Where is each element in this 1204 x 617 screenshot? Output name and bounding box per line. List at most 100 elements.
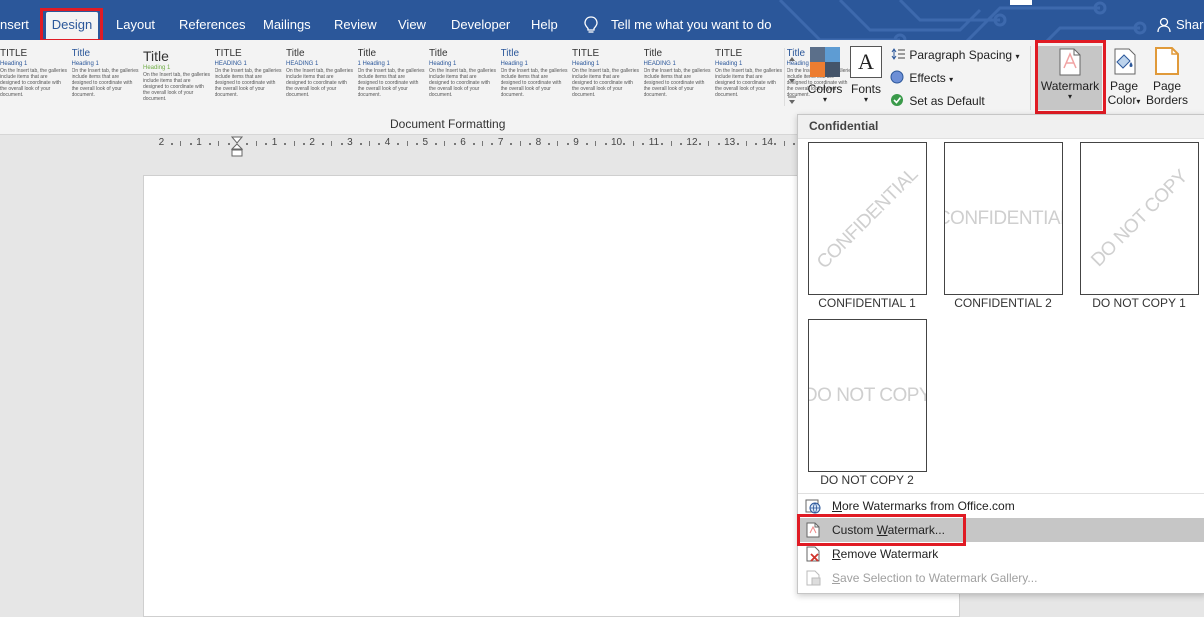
ruler-tick bbox=[444, 141, 446, 146]
style-set-heading: 1 Heading 1 bbox=[357, 61, 390, 67]
tab-references[interactable]: References bbox=[179, 12, 245, 38]
ruler-tick bbox=[265, 143, 268, 145]
menu-item-label-rest: emove Watermark bbox=[840, 547, 939, 561]
lightbulb-icon bbox=[584, 16, 598, 33]
watermark-button[interactable]: Watermark ▾ bbox=[1038, 46, 1102, 110]
page-color-button[interactable]: Page Color▾ bbox=[1104, 46, 1144, 116]
indent-marker-icon[interactable] bbox=[231, 136, 243, 158]
document-icon bbox=[806, 522, 820, 538]
colors-label: Colors bbox=[807, 82, 843, 96]
style-set-heading: Heading 1 bbox=[715, 61, 743, 67]
menu-item-label: More Watermarks from Office.com bbox=[832, 494, 1015, 518]
tab-view[interactable]: View bbox=[398, 12, 426, 38]
watermark-icon bbox=[1059, 48, 1081, 76]
style-set-heading: Heading 1 bbox=[572, 61, 600, 67]
ruler-tick bbox=[378, 143, 381, 145]
ruler-tick bbox=[340, 143, 343, 145]
ruler-tick bbox=[642, 143, 645, 145]
style-set-item[interactable]: TitleHeading 1On the Insert tab, the gal… bbox=[72, 48, 140, 104]
style-set-item[interactable]: TITLE Heading 1 On the Insert tab, the gal… bbox=[715, 48, 783, 104]
style-set-item[interactable]: TITLE Heading 1 On the Insert tab, the gal… bbox=[0, 48, 68, 104]
ruler-number: 3 bbox=[347, 137, 353, 148]
ruler-number: 9 bbox=[573, 137, 579, 148]
style-set-title: TITLE bbox=[214, 48, 242, 59]
menu-item-accel: S bbox=[832, 571, 841, 585]
ruler-tick bbox=[510, 143, 513, 145]
style-set-item[interactable]: TITLE HEADING 1 On the Insert tab, the gal… bbox=[215, 48, 283, 104]
ruler-number: 2 bbox=[309, 137, 315, 148]
style-set-body-text: On the Insert tab, the galleries include… bbox=[0, 68, 67, 98]
style-set-heading: Heading 1 bbox=[71, 61, 99, 67]
style-set-body-text: On the Insert tab, the galleries include… bbox=[500, 68, 568, 98]
watermark-thumb-label: DO NOT COPY 2 bbox=[820, 473, 914, 487]
page-borders-button[interactable]: Page Borders bbox=[1146, 46, 1188, 116]
ribbon-divider bbox=[1030, 46, 1031, 110]
color-swatch-icon bbox=[810, 47, 840, 77]
remove-watermark-menu-item[interactable]: Remove Watermark bbox=[799, 542, 1204, 566]
style-set-item[interactable]: TITLE Heading 1 On the Insert tab, the gal… bbox=[572, 48, 640, 104]
style-set-title: TITLE bbox=[572, 48, 600, 59]
ruler-tick bbox=[491, 143, 494, 145]
style-set-title: Title bbox=[429, 48, 448, 59]
ruler-number: 4 bbox=[384, 137, 391, 148]
ruler-tick bbox=[472, 143, 475, 145]
style-set-heading: HEADING 1 bbox=[214, 61, 247, 67]
ruler-number: 2 bbox=[158, 137, 165, 148]
ruler-number: 5 bbox=[422, 137, 429, 148]
paragraph-spacing-button[interactable]: Paragraph Spacing ▾ bbox=[890, 45, 1019, 65]
style-set-body-text: On the Insert tab, the galleries include… bbox=[286, 68, 353, 98]
ruler-tick bbox=[698, 143, 701, 145]
style-set-item[interactable]: Title HEADING 1 On the Insert tab, the gal… bbox=[644, 48, 712, 104]
ruler-tick bbox=[793, 143, 796, 145]
custom-watermark-menu-item[interactable]: Custom Watermark... bbox=[799, 518, 1204, 542]
save-selection-menu-item[interactable]: Save Selection to Watermark Gallery... bbox=[799, 566, 1204, 590]
style-set-item[interactable]: Title Heading 1On the Insert tab, the gal… bbox=[429, 48, 497, 104]
fonts-button[interactable]: A Fonts ▾ bbox=[848, 46, 884, 116]
tab-developer[interactable]: Developer bbox=[451, 12, 510, 38]
watermark-thumb-confidential-2[interactable]: CONFIDENTIAL bbox=[944, 142, 1063, 295]
paint-bucket-icon bbox=[1114, 48, 1136, 75]
effects-button[interactable]: Effects ▾ bbox=[890, 68, 953, 88]
tab-review[interactable]: Review bbox=[334, 12, 377, 38]
style-set-item[interactable]: TitleHeading 1On the Insert tab, the gal… bbox=[501, 48, 569, 104]
ruler-tick bbox=[482, 141, 484, 146]
ruler-tick bbox=[416, 143, 419, 145]
tell-me-search[interactable]: Tell me what you want to do bbox=[611, 12, 771, 38]
page-color-label-1: Page bbox=[1109, 79, 1139, 93]
watermark-thumb-text: DO NOT COPY bbox=[1086, 165, 1192, 271]
style-set-heading: Heading 1 bbox=[429, 61, 457, 67]
style-set-body-text: On the Insert tab, the galleries include… bbox=[572, 68, 639, 98]
globe-icon bbox=[805, 499, 821, 514]
style-set-item[interactable]: TitleHeading 1On the Insert tab, the gal… bbox=[143, 48, 211, 104]
watermark-thumb-do-not-copy-1[interactable]: DO NOT COPY bbox=[1080, 142, 1199, 295]
colors-button[interactable]: Colors ▾ bbox=[806, 46, 844, 116]
ruler-tick bbox=[302, 143, 305, 145]
chevron-down-icon: ▾ bbox=[1015, 52, 1020, 61]
more-watermarks-menu-item[interactable]: More Watermarks from Office.com bbox=[799, 494, 1204, 518]
ruler-tick bbox=[171, 143, 174, 145]
ruler-tick bbox=[246, 143, 249, 145]
tab-help[interactable]: Help bbox=[531, 12, 558, 38]
tab-design[interactable]: Design bbox=[46, 12, 98, 40]
menu-item-label-rest: ave Selection to Watermark Gallery... bbox=[840, 571, 1038, 585]
menu-item-accel: M bbox=[832, 499, 842, 513]
style-set-body-text: On the Insert tab, the galleries include… bbox=[429, 68, 496, 98]
tab-insert[interactable]: nsert bbox=[0, 12, 29, 38]
share-button[interactable]: Share bbox=[1176, 12, 1204, 38]
tab-mailings[interactable]: Mailings bbox=[263, 12, 311, 38]
watermark-thumb-do-not-copy-2[interactable]: DO NOT COPY bbox=[808, 319, 927, 472]
watermark-thumb-confidential-1[interactable]: CONFIDENTIAL bbox=[808, 142, 927, 295]
tab-layout[interactable]: Layout bbox=[116, 12, 155, 38]
set-as-default-button[interactable]: Set as Default bbox=[890, 91, 985, 111]
style-set-item[interactable]: Title HEADING 1 On the Insert tab, the gal… bbox=[286, 48, 354, 104]
style-set-item[interactable]: Title 1 Heading 1 On the Insert tab, the g… bbox=[358, 48, 426, 104]
ruler-tick bbox=[529, 143, 532, 145]
style-set-heading: Heading 1 bbox=[0, 61, 28, 67]
ruler-number: 6 bbox=[460, 137, 466, 148]
ruler-tick bbox=[736, 143, 739, 145]
ruler-tick bbox=[585, 143, 588, 145]
ruler-tick bbox=[406, 141, 408, 146]
gallery-scroll[interactable] bbox=[784, 48, 799, 106]
ruler-tick bbox=[293, 141, 295, 146]
style-set-title: Title bbox=[143, 48, 169, 64]
